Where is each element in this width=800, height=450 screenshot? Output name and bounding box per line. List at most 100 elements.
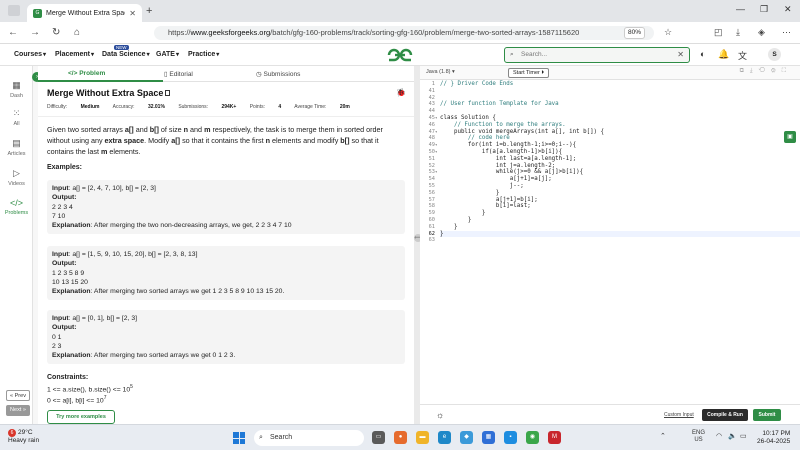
menu-placement[interactable]: Placement▾ xyxy=(55,51,94,58)
system-clock[interactable]: 10:17 PM 26-04-2025 xyxy=(757,430,790,446)
app-icon[interactable]: ▪ xyxy=(504,431,517,444)
back-icon[interactable]: ← xyxy=(8,27,18,38)
extensions-icon[interactable]: ◈ xyxy=(758,27,765,38)
fold-arrow-icon[interactable]: ▾ xyxy=(435,115,437,122)
weather-widget[interactable]: 6 29°C Heavy rain xyxy=(8,429,39,445)
rail-item-videos[interactable]: ▷ Videos xyxy=(0,168,33,187)
language-select[interactable]: Java (1.8) ▾ xyxy=(426,69,455,75)
code-line[interactable]: 42 xyxy=(429,95,800,102)
code-line[interactable]: 55 j--; xyxy=(429,183,800,190)
mcafee-icon[interactable]: M xyxy=(548,431,561,444)
code-line[interactable]: 58 b[i]=last; xyxy=(429,203,800,210)
rail-item-problems[interactable]: </> Problems xyxy=(0,198,33,216)
code-line[interactable]: 56 } xyxy=(429,190,800,197)
forward-icon[interactable]: → xyxy=(30,27,40,38)
translate-icon[interactable]: 文 xyxy=(738,49,747,62)
code-line[interactable]: 47 ▾ public void mergeArrays(int a[], int… xyxy=(429,129,800,136)
close-window-icon[interactable]: ✕ xyxy=(784,4,792,15)
code-line[interactable]: 49 ▾ for(int i=b.length-1;i>=0;i--){ xyxy=(429,142,800,149)
clear-search-icon[interactable]: ✕ xyxy=(677,48,684,62)
custom-input-link[interactable]: Custom Input xyxy=(664,412,694,418)
next-button[interactable]: Next » xyxy=(6,405,30,416)
gfg-logo-icon[interactable] xyxy=(386,47,414,63)
restore-icon[interactable]: ❐ xyxy=(760,4,768,15)
task-view-icon[interactable]: ▭ xyxy=(372,431,385,444)
rail-item-articles[interactable]: ▤ Articles xyxy=(0,138,33,157)
taskbar-search[interactable]: ⌕ Search xyxy=(254,430,364,446)
code-line[interactable]: 44 xyxy=(429,108,800,115)
code-line[interactable]: 46 // Function to merge the arrays. xyxy=(429,122,800,129)
fold-arrow-icon[interactable]: ▾ xyxy=(435,142,437,149)
code-line[interactable]: 51 int last=a[a.length-1]; xyxy=(429,156,800,163)
language-indicator[interactable]: ENG US xyxy=(692,430,705,444)
fold-arrow-icon[interactable]: ▾ xyxy=(435,149,437,156)
windows-start-icon[interactable] xyxy=(233,432,245,444)
menu-placement-label: Placement xyxy=(55,51,91,58)
zoom-level[interactable]: 80% xyxy=(624,27,646,39)
reload-icon[interactable]: ↻ xyxy=(52,27,60,38)
download-icon[interactable]: ⤓ xyxy=(736,27,740,38)
submit-button[interactable]: Submit xyxy=(753,409,781,421)
code-line[interactable]: 45 ▾ class Solution { xyxy=(429,115,800,122)
fold-arrow-icon[interactable]: ▾ xyxy=(435,129,437,136)
start-timer-button[interactable]: Start Timer ⏵ xyxy=(508,68,550,78)
editor-tool-icons[interactable]: ⧉⤓⟲⚙⛶ xyxy=(740,68,792,75)
tab-editorial[interactable]: ▯ Editorial xyxy=(164,70,193,78)
url-bar[interactable]: https://www.geeksforgeeks.org/batch/gfg-… xyxy=(154,26,654,40)
chrome-icon[interactable]: ◉ xyxy=(526,431,539,444)
code-area[interactable]: 1 // } Driver Code Ends 41 42 43 // User func… xyxy=(429,81,800,244)
edge-icon[interactable]: e xyxy=(438,431,451,444)
code-line[interactable]: 43 // User function Template for Java xyxy=(429,101,800,108)
bookmark-icon[interactable] xyxy=(165,90,171,96)
code-line[interactable]: 53 ▾ while(j>=0 && a[j]>b[i]){ xyxy=(429,169,800,176)
more-options-icon[interactable]: ⋯ xyxy=(782,27,791,38)
minimize-icon[interactable]: — xyxy=(736,4,745,14)
tab-submissions[interactable]: ◷ Submissions xyxy=(256,70,300,78)
chat-feedback-icon[interactable]: ▣ xyxy=(784,131,796,143)
theme-sun-icon[interactable]: ☼ xyxy=(436,410,444,420)
code-line[interactable]: 54 a[j+1]=a[j]; xyxy=(429,176,800,183)
wallet-icon[interactable]: ◰ xyxy=(714,27,723,38)
rail-item-dash[interactable]: ▦ Dash xyxy=(0,80,33,99)
code-line[interactable]: 59 } xyxy=(429,210,800,217)
user-avatar[interactable]: S xyxy=(768,48,781,61)
code-line[interactable]: 57 a[j+1]=b[i]; xyxy=(429,197,800,204)
notification-bell-icon[interactable]: 🔔 xyxy=(718,49,729,60)
menu-data-science[interactable]: Data Science▾ xyxy=(102,51,150,58)
compile-run-button[interactable]: Compile & Run xyxy=(702,409,748,421)
firefox-icon[interactable]: ● xyxy=(394,431,407,444)
new-tab-icon[interactable]: + xyxy=(146,5,152,17)
menu-practice[interactable]: Practice▾ xyxy=(188,51,219,58)
report-bug-icon[interactable]: 🐞 xyxy=(396,88,406,97)
battery-icon[interactable]: ▭ xyxy=(740,432,747,440)
code-line[interactable]: 52 int j=a.length-2; xyxy=(429,163,800,170)
home-icon[interactable]: ⌂ xyxy=(74,27,80,38)
code-line[interactable]: 62} xyxy=(429,230,800,238)
menu-courses[interactable]: Courses▾ xyxy=(14,51,46,58)
tab-actions-menu-icon[interactable] xyxy=(8,5,20,16)
code-line[interactable]: 50 ▾ if(a[a.length-1]>b[i]){ xyxy=(429,149,800,156)
store-icon[interactable]: ▦ xyxy=(482,431,495,444)
file-explorer-icon[interactable]: ▬ xyxy=(416,431,429,444)
wifi-icon[interactable]: ◠ xyxy=(716,432,722,440)
close-tab-icon[interactable]: ✕ xyxy=(129,9,136,18)
browser-tab-active[interactable]: G Merge Without Extra Space | P ✕ xyxy=(27,4,142,22)
fold-arrow-icon[interactable]: ▾ xyxy=(435,169,437,176)
code-line[interactable]: 1 // } Driver Code Ends xyxy=(432,81,800,88)
try-more-examples-button[interactable]: Try more examples xyxy=(47,410,115,424)
code-line[interactable]: 41 xyxy=(429,88,800,95)
rail-item-all[interactable]: ⁙ All xyxy=(0,108,33,127)
tray-overflow-icon[interactable]: ⌃ xyxy=(660,432,666,440)
menu-gate[interactable]: GATE▾ xyxy=(156,51,179,58)
tab-problem[interactable]: </> Problem xyxy=(68,70,105,77)
copilot-icon[interactable]: ◆ xyxy=(460,431,473,444)
site-search-input[interactable]: ⌕ Search... ✕ xyxy=(504,47,690,63)
prev-button[interactable]: « Prev xyxy=(6,390,30,401)
code-line[interactable]: 61 } xyxy=(429,224,800,231)
code-line[interactable]: 48 // code here xyxy=(429,135,800,142)
favorite-star-icon[interactable]: ☆ xyxy=(664,27,672,38)
code-line[interactable]: 60 } xyxy=(429,217,800,224)
theme-toggle-icon[interactable]: ◐ xyxy=(700,49,705,59)
code-line[interactable]: 63 xyxy=(429,237,800,244)
volume-icon[interactable]: 🔈 xyxy=(728,432,737,440)
